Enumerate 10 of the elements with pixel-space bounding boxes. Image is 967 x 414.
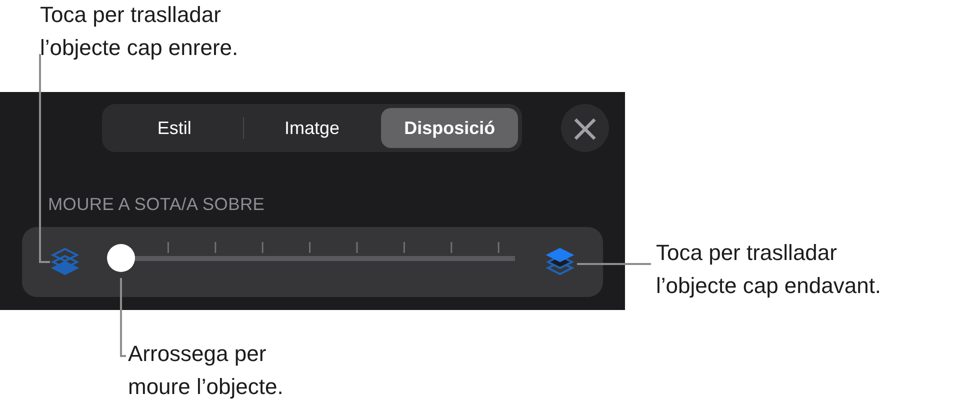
tab[interactable]: Estil <box>106 108 243 148</box>
section-label: MOURE A SOTA/A SOBRE <box>48 194 266 215</box>
slider-thumb[interactable] <box>107 244 135 272</box>
callout-text: Toca per traslladar l’objecte cap enrere. <box>40 1 238 62</box>
tab[interactable]: Disposició <box>381 108 518 148</box>
callout-text: Arrossega per moure l’objecte. <box>128 340 284 401</box>
callout-text: Toca per traslladar l’objecte cap endavant. <box>656 239 882 300</box>
tab[interactable]: Imatge <box>244 108 380 148</box>
close-button[interactable]: × <box>561 104 609 152</box>
bring-forward-icon[interactable] <box>545 246 575 278</box>
